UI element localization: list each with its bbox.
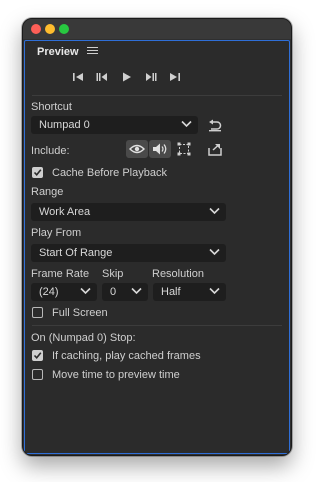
checkmark-icon	[33, 169, 42, 177]
resolution-label: Resolution	[152, 268, 204, 280]
chevron-down-icon	[209, 287, 220, 295]
skip-dropdown[interactable]: 0	[102, 283, 148, 301]
move-time-checkbox[interactable]	[32, 369, 43, 380]
previous-frame-button[interactable]	[93, 69, 111, 85]
range-dropdown[interactable]: Work Area	[31, 203, 226, 221]
cache-before-playback-checkbox[interactable]	[32, 167, 43, 178]
full-screen-checkbox[interactable]	[32, 307, 43, 318]
window-titlebar[interactable]	[23, 19, 291, 39]
include-video-toggle[interactable]	[126, 140, 148, 158]
close-window-button[interactable]	[31, 24, 41, 34]
chevron-down-icon	[181, 120, 192, 128]
next-frame-icon	[146, 73, 157, 81]
chevron-down-icon	[209, 207, 220, 215]
minimize-window-button[interactable]	[45, 24, 55, 34]
preview-panel: Preview Shortcut Numpad 0 Include: Cache…	[24, 40, 290, 454]
export-icon	[208, 143, 222, 156]
previous-frame-icon	[96, 73, 107, 81]
full-screen-label: Full Screen	[52, 307, 108, 319]
skip-label: Skip	[102, 268, 124, 280]
include-overlays-toggle[interactable]	[174, 140, 194, 158]
frame-rate-dropdown[interactable]: (24)	[31, 283, 97, 301]
last-frame-icon	[170, 73, 180, 81]
preview-window: Preview Shortcut Numpad 0 Include: Cache…	[22, 18, 292, 456]
shortcut-label: Shortcut	[31, 101, 72, 113]
skip-value: 0	[110, 286, 117, 298]
range-value: Work Area	[39, 206, 91, 218]
panel-menu-icon[interactable]	[87, 45, 98, 55]
eye-video-icon	[129, 144, 145, 154]
checkmark-icon	[33, 352, 42, 360]
chevron-down-icon	[131, 287, 142, 295]
frame-rate-label: Frame Rate	[31, 268, 90, 280]
overlays-icon	[177, 142, 191, 156]
divider	[32, 325, 282, 326]
shortcut-dropdown[interactable]: Numpad 0	[31, 116, 198, 134]
move-time-label: Move time to preview time	[52, 369, 180, 381]
first-frame-icon	[73, 73, 83, 81]
shortcut-value: Numpad 0	[39, 119, 90, 131]
range-label: Range	[31, 186, 64, 198]
play-from-value: Start Of Range	[39, 247, 113, 259]
chevron-down-icon	[209, 248, 220, 256]
reset-shortcut-button[interactable]	[205, 116, 225, 134]
last-frame-button[interactable]	[166, 69, 184, 85]
panel-title: Preview	[37, 46, 79, 58]
play-icon	[123, 72, 131, 82]
play-cached-frames-checkbox[interactable]	[32, 350, 43, 361]
stop-label: On (Numpad 0) Stop:	[31, 332, 136, 344]
play-from-dropdown[interactable]: Start Of Range	[31, 244, 226, 262]
speaker-audio-icon	[153, 143, 167, 155]
include-audio-toggle[interactable]	[149, 140, 171, 158]
chevron-down-icon	[80, 287, 91, 295]
first-frame-button[interactable]	[69, 69, 87, 85]
play-button[interactable]	[118, 69, 136, 85]
frame-rate-value: (24)	[39, 286, 59, 298]
next-frame-button[interactable]	[142, 69, 160, 85]
play-cached-frames-label: If caching, play cached frames	[52, 350, 201, 362]
zoom-window-button[interactable]	[59, 24, 69, 34]
resolution-value: Half	[161, 286, 181, 298]
resolution-dropdown[interactable]: Half	[153, 283, 226, 301]
reset-icon	[209, 119, 222, 131]
cache-before-playback-label: Cache Before Playback	[52, 167, 167, 179]
external-output-button[interactable]	[205, 140, 225, 158]
divider	[32, 95, 282, 96]
play-from-label: Play From	[31, 227, 82, 239]
include-label: Include:	[31, 145, 70, 157]
